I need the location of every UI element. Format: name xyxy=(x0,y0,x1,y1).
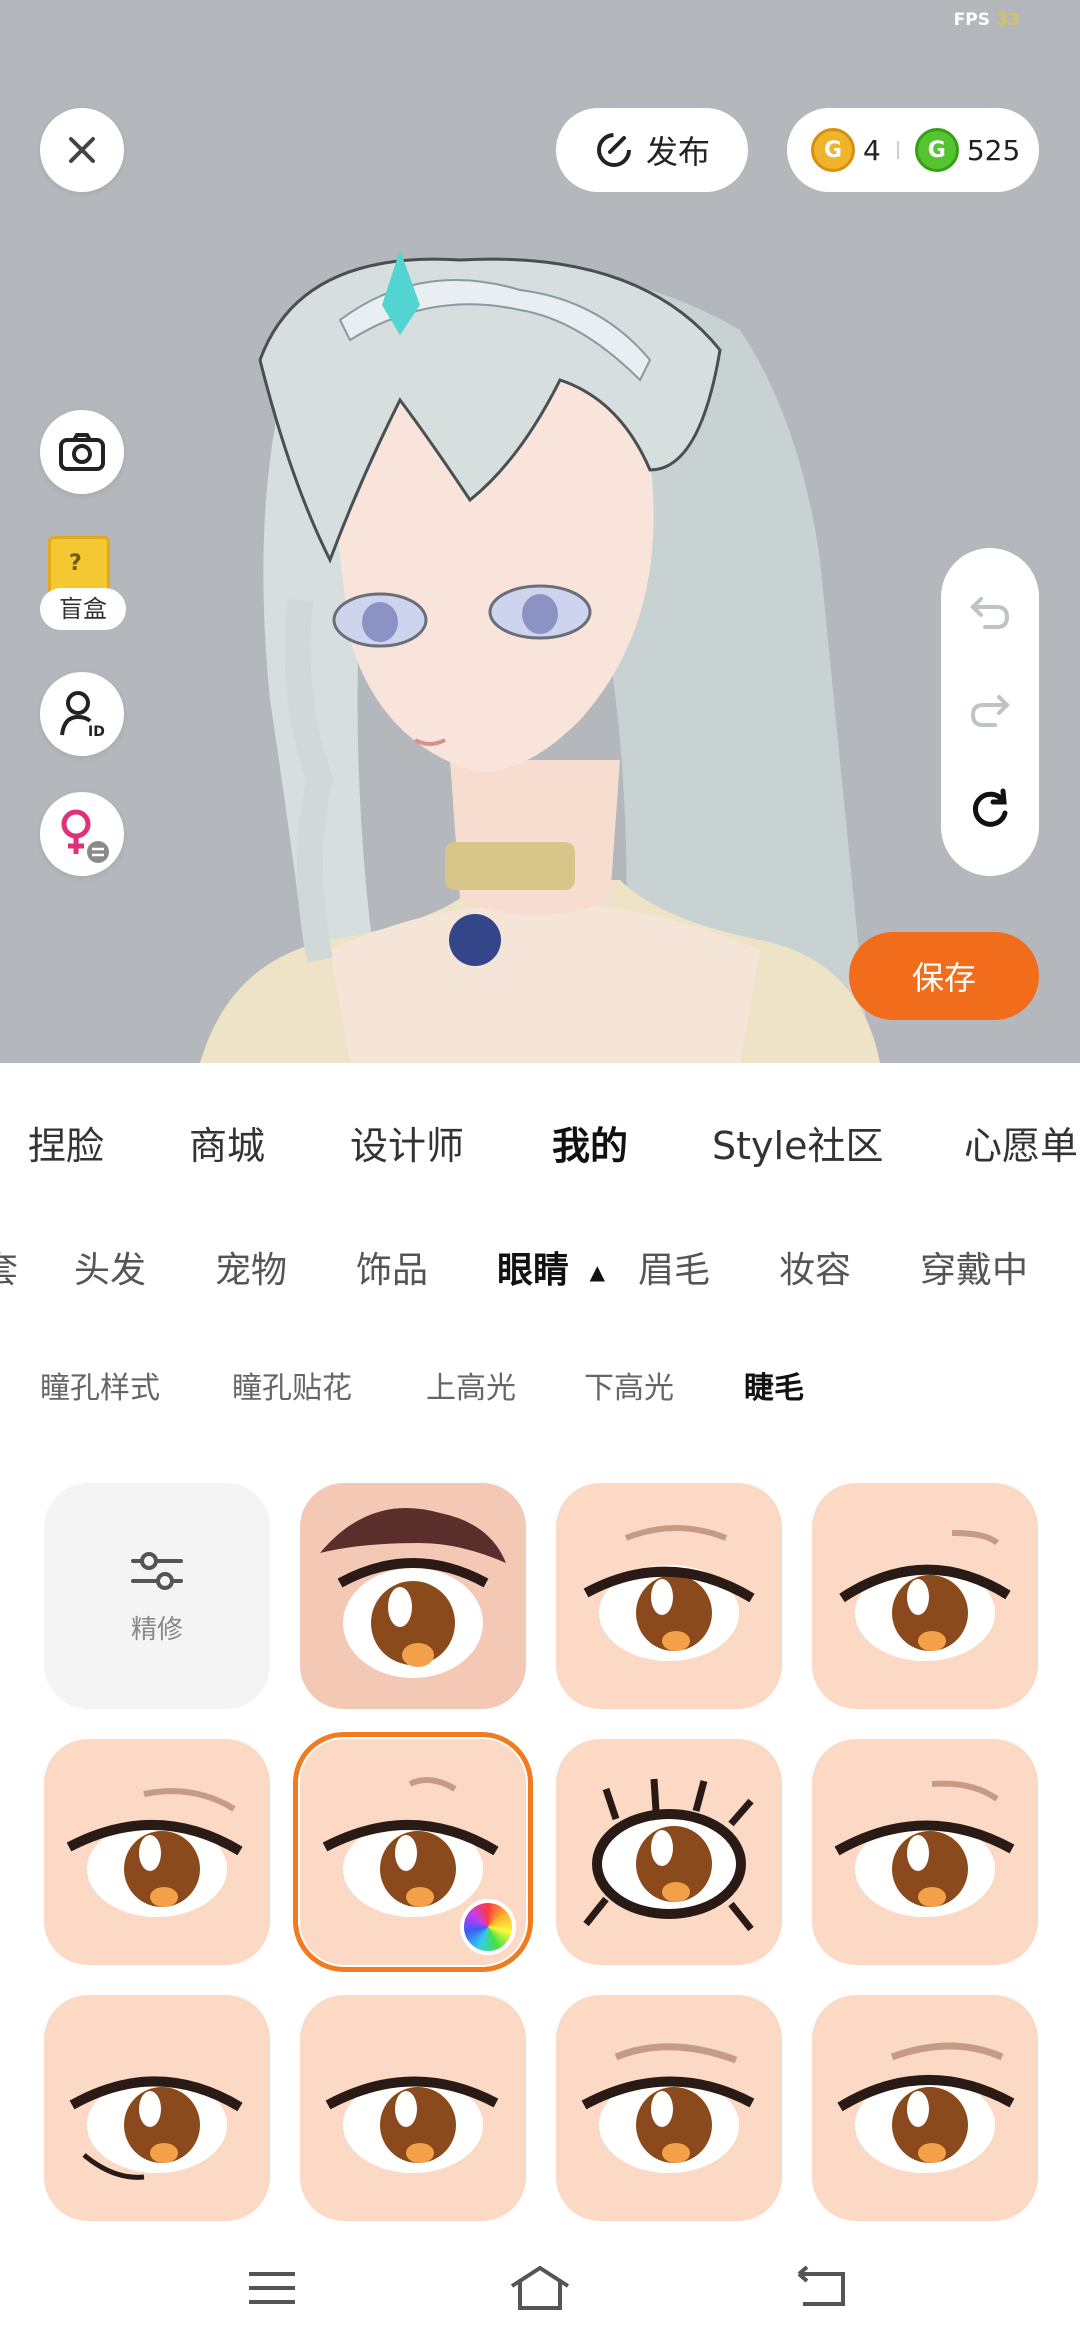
subtab-pupil-decal[interactable]: 瞳孔贴花 xyxy=(232,1363,352,1407)
svg-text:ID: ID xyxy=(88,724,105,739)
subtab-lower-highlight[interactable]: 下高光 xyxy=(584,1363,674,1407)
publish-button[interactable]: 发布 xyxy=(556,108,748,192)
edit-history-panel xyxy=(941,548,1039,876)
menu-icon xyxy=(249,2272,295,2304)
gender-switch-button[interactable] xyxy=(40,792,124,876)
eyelash-preview-icon xyxy=(583,1525,755,1661)
category-makeup[interactable]: 妆容 xyxy=(779,1241,851,1293)
eyelash-option[interactable] xyxy=(556,1483,782,1709)
eyelash-option[interactable] xyxy=(300,1483,526,1709)
subtab-eyelashes[interactable]: 睫毛 xyxy=(744,1363,804,1407)
eyelash-option[interactable] xyxy=(812,1995,1038,2221)
tab-shop[interactable]: 商城 xyxy=(189,1115,265,1170)
close-button[interactable] xyxy=(40,108,124,192)
eye-sub-tabs: 瞳孔样式 瞳孔贴花 上高光 下高光 睫毛 xyxy=(0,1363,1080,1413)
category-accessory[interactable]: 饰品 xyxy=(356,1241,428,1293)
undo-icon[interactable] xyxy=(967,591,1013,631)
camera-button[interactable] xyxy=(40,410,124,494)
eyelash-option[interactable] xyxy=(300,1995,526,2221)
customization-panel: 捏脸 商城 设计师 我的 Style社区 心愿单 套 头发 宠物 饰品 眼睛 ▲… xyxy=(0,1063,1080,2238)
save-button[interactable]: 保存 xyxy=(849,932,1039,1020)
avatar-preview-stage[interactable]: FPS 33 发布 G 4 G 525 ? 盲盒 ID 保存 xyxy=(0,0,1080,1063)
sliders-icon xyxy=(131,1551,183,1590)
back-button[interactable] xyxy=(790,2260,854,2316)
eyelash-preview-icon xyxy=(69,2076,243,2180)
currency-display[interactable]: G 4 G 525 xyxy=(787,108,1039,192)
color-wheel-icon[interactable] xyxy=(460,1899,516,1955)
user-id-icon: ID xyxy=(60,691,105,739)
subtab-pupil-style[interactable]: 瞳孔样式 xyxy=(40,1363,160,1407)
avatar-id-button[interactable]: ID xyxy=(40,672,124,756)
fps-label: FPS xyxy=(953,10,990,30)
eyelash-grid: 精修 xyxy=(44,1483,1044,2243)
caret-up-icon: ▲ xyxy=(589,1260,605,1284)
green-coin-count: 525 xyxy=(966,133,1021,167)
eyelash-option[interactable] xyxy=(812,1483,1038,1709)
eyelash-option[interactable] xyxy=(556,1995,782,2221)
menu-button[interactable] xyxy=(240,2260,304,2316)
publish-icon xyxy=(596,133,631,167)
publish-label: 发布 xyxy=(645,133,710,171)
eyelash-preview-icon xyxy=(837,2042,1015,2173)
tab-wishlist[interactable]: 心愿单 xyxy=(964,1115,1078,1170)
eyelash-preview-icon xyxy=(583,1778,754,1932)
close-icon xyxy=(69,137,95,163)
category-eyes-label: 眼睛 xyxy=(497,1250,570,1291)
category-set[interactable]: 套 xyxy=(0,1241,18,1293)
camera-icon xyxy=(59,433,105,471)
subtab-upper-highlight[interactable]: 上高光 xyxy=(426,1363,516,1407)
gold-coin-icon: G xyxy=(811,128,855,172)
eyelash-option[interactable] xyxy=(556,1739,782,1965)
currency-divider xyxy=(896,141,899,159)
back-icon xyxy=(797,2265,845,2306)
fps-value: 33 xyxy=(996,10,1020,30)
category-wearing[interactable]: 穿戴中 xyxy=(920,1241,1028,1293)
redo-icon[interactable] xyxy=(967,689,1013,729)
blindbox-button[interactable]: ? 盲盒 xyxy=(40,532,126,636)
eyelash-preview-icon xyxy=(839,1530,1011,1661)
blindbox-icon: ? xyxy=(48,536,110,596)
tab-designer[interactable]: 设计师 xyxy=(350,1115,464,1170)
eyelash-option[interactable] xyxy=(812,1739,1038,1965)
category-tabs: 套 头发 宠物 饰品 眼睛 ▲ 眉毛 妆容 穿戴中 xyxy=(0,1241,1080,1301)
blindbox-label: 盲盒 xyxy=(40,588,126,630)
refine-label: 精修 xyxy=(130,1614,183,1645)
category-hair[interactable]: 头发 xyxy=(74,1241,146,1293)
eyelash-preview-icon xyxy=(325,2076,499,2173)
female-swap-icon xyxy=(61,809,109,863)
gold-coin-count: 4 xyxy=(863,133,881,167)
eyelash-preview-icon xyxy=(320,1508,506,1678)
tab-face[interactable]: 捏脸 xyxy=(28,1115,104,1170)
main-tabs: 捏脸 商城 设计师 我的 Style社区 心愿单 xyxy=(0,1115,1080,1195)
system-navigation-bar xyxy=(0,2238,1080,2340)
home-icon xyxy=(510,2265,570,2310)
eyelash-preview-icon xyxy=(581,2043,755,2173)
category-eyes[interactable]: 眼睛 ▲ xyxy=(497,1241,605,1293)
tab-style-community[interactable]: Style社区 xyxy=(712,1115,883,1170)
refine-button[interactable]: 精修 xyxy=(44,1483,270,1709)
green-coin-icon: G xyxy=(914,128,959,172)
eyelash-option[interactable] xyxy=(44,1739,270,1965)
eyelash-option[interactable] xyxy=(44,1995,270,2221)
category-eyebrows[interactable]: 眉毛 xyxy=(638,1241,710,1293)
eyelash-preview-icon xyxy=(834,1780,1015,1917)
tab-mine[interactable]: 我的 xyxy=(552,1115,628,1170)
eyelash-preview-icon xyxy=(66,1788,243,1917)
eyelash-option-selected[interactable] xyxy=(293,1732,533,1972)
reset-icon[interactable] xyxy=(967,787,1013,833)
category-pet[interactable]: 宠物 xyxy=(215,1241,287,1293)
home-button[interactable] xyxy=(508,2260,572,2316)
